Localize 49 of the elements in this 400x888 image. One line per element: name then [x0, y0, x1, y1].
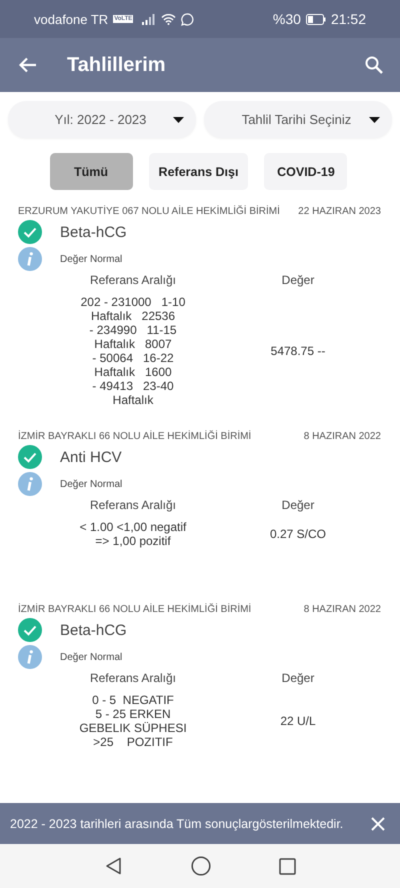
facility-name: İZMİR BAYRAKLI 66 NOLU AİLE HEKİMLİĞİ BİRİMİ: [18, 604, 252, 615]
carrier-name: vodafone TR: [34, 12, 108, 26]
caret-icon: [173, 116, 184, 122]
info-icon: [18, 645, 42, 669]
result-date: 22 HAZIRAN 2023: [298, 206, 381, 217]
battery-percent: %30: [272, 11, 301, 27]
back-arrow-icon[interactable]: [19, 57, 37, 73]
column-header: Referans Aralığı: [90, 273, 176, 287]
column-header: Referans Aralığı: [90, 498, 176, 512]
home-circle-icon[interactable]: [190, 856, 210, 876]
column-header: Referans Aralığı: [90, 671, 176, 685]
battery-icon: [306, 14, 326, 24]
reference-range: 202 - 231000 1-10 Haftalık 22536 - 234990 11-15 Haftalık 8007 - 50064 16-22 Haftalık 1600 - 49413 23-40 Haftalık: [80, 295, 186, 407]
test-name: Anti HCV: [60, 448, 122, 466]
column-header: Değer: [282, 671, 314, 685]
result-value: 0.27 S/CO: [270, 527, 326, 541]
signal-icon: [142, 14, 156, 24]
result-date: 8 HAZIRAN 2022: [304, 604, 381, 615]
close-icon[interactable]: [371, 816, 385, 830]
facility-name: ERZURUM YAKUTİYE 067 NOLU AİLE HEKİMLİĞİ BİRİMİ: [18, 206, 280, 217]
result-note: Değer Normal: [60, 652, 122, 662]
caret-icon: [369, 116, 380, 122]
reference-range: 0 - 5 NEGATIF 5 - 25 ERKEN GEBELIK SÜPHESI >25 POZITIF: [79, 693, 187, 749]
column-header: Değer: [282, 273, 314, 287]
dropdown[interactable]: Tahlil Tarihi Seçiniz: [204, 101, 392, 138]
chat-bubble-icon: [181, 12, 194, 26]
banner-message: 2022 - 2023 tarihleri arasında Tüm sonuçlargösterilmektedir.: [10, 816, 344, 830]
search-icon[interactable]: [365, 56, 383, 74]
wifi-icon: [161, 13, 176, 25]
facility-name: İZMİR BAYRAKLI 66 NOLU AİLE HEKİMLİĞİ BİRİMİ: [18, 431, 252, 442]
info-icon: [18, 247, 42, 271]
filter-chip[interactable]: Tümü: [50, 153, 133, 190]
result-note: Değer Normal: [60, 478, 122, 490]
reference-range: < 1.00 <1,00 negatif => 1,00 pozitif: [80, 520, 186, 548]
filter-chip[interactable]: Referans Dışı: [148, 153, 248, 190]
screen-title: Tahlillerim: [67, 54, 167, 76]
back-triangle-icon[interactable]: [104, 857, 122, 875]
column-header: Değer: [282, 498, 314, 512]
filter-chip[interactable]: COVID-19: [264, 153, 348, 190]
result-value: 5478.75 --: [270, 344, 326, 358]
result-value: 22 U/L: [280, 714, 316, 728]
recents-square-icon[interactable]: [278, 858, 296, 874]
test-name: Beta-hCG: [60, 622, 127, 638]
dropdown[interactable]: Yıl: 2022 - 2023: [8, 101, 196, 138]
result-note: Değer Normal: [60, 254, 122, 264]
clock: 21:52: [330, 11, 366, 27]
result-date: 8 HAZIRAN 2022: [304, 431, 381, 442]
info-icon: [18, 472, 42, 496]
test-name: Beta-hCG: [60, 224, 127, 240]
